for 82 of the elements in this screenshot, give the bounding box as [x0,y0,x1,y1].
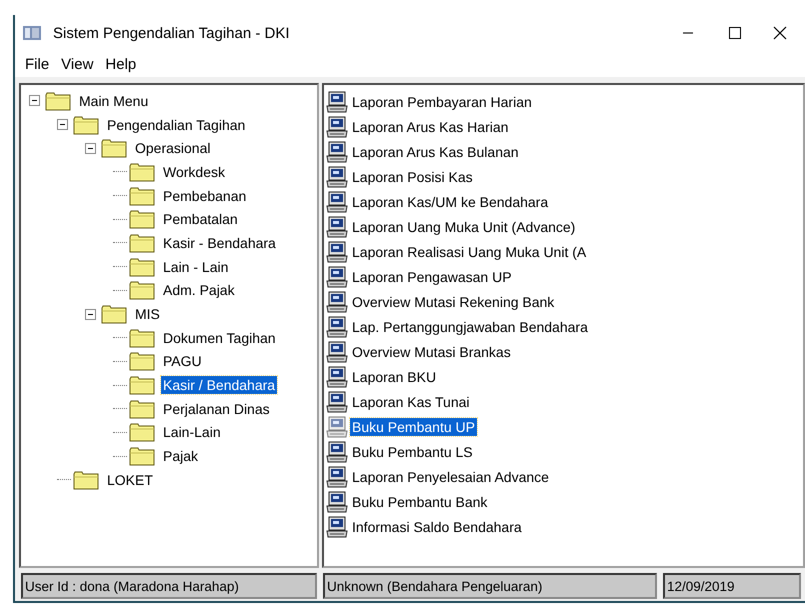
status-panel: User Id : dona (Maradona Harahap) [21,573,317,599]
computer-icon [326,190,348,212]
tree-item[interactable]: Workdesk [161,162,227,181]
menu-item[interactable]: File [19,54,56,74]
status-panel: 12/09/2019 [663,573,801,599]
report-item[interactable]: Informasi Saldo Bendahara [350,518,524,536]
folder-icon [101,304,127,324]
folder-icon [129,446,155,466]
computer-icon [326,116,348,138]
tree-item[interactable]: Kasir / Bendahara [161,376,278,394]
computer-icon [326,216,348,238]
report-item[interactable]: Laporan Uang Muka Unit (Advance) [350,218,578,236]
computer-icon [326,466,348,488]
computer-icon [326,240,348,262]
folder-icon [73,470,99,490]
folder-icon [129,256,155,277]
tree-item[interactable]: MIS [133,305,162,324]
report-item[interactable]: Laporan BKU [350,368,438,386]
computer-icon [326,290,348,312]
folder-icon [129,209,155,230]
tree-item[interactable]: Pengendalian Tagihan [105,116,248,134]
tree-item[interactable]: Pajak [161,447,200,466]
status-panel: Unknown (Bendahara Pengeluaran) [323,573,657,599]
tree-item[interactable]: Kasir - Bendahara [161,234,278,252]
computer-icon [326,366,348,388]
computer-icon [326,266,348,288]
folder-icon [129,398,155,419]
tree-item[interactable]: Perjalanan Dinas [161,400,272,418]
collapse-icon[interactable] [85,142,96,154]
tree-item[interactable]: Pembebanan [161,186,248,205]
report-item[interactable]: Buku Pembantu Bank [350,492,490,510]
report-item[interactable]: Buku Pembantu LS [350,442,475,460]
report-item[interactable]: Buku Pembantu UP [350,418,477,436]
collapse-icon[interactable] [57,119,68,130]
collapse-icon[interactable] [29,95,40,106]
folder-icon [45,90,71,111]
computer-icon [326,490,348,512]
tree-item[interactable]: Lain - Lain [161,258,230,276]
computer-icon [326,440,348,462]
tree-item[interactable]: Adm. Pajak [161,281,237,300]
folder-icon [73,114,99,135]
tree-item[interactable]: Lain-Lain [161,423,223,442]
folder-icon [129,328,155,348]
report-item[interactable]: Lap. Pertanggungjawaban Bendahara [350,318,590,336]
folder-icon [129,280,155,300]
report-item[interactable]: Laporan Pembayaran Harian [350,92,534,110]
tree-item[interactable]: Main Menu [77,92,150,110]
folder-icon [129,162,155,182]
computer-icon [326,390,348,412]
folder-icon [129,351,155,372]
report-item[interactable]: Laporan Pengawasan UP [350,268,514,286]
folder-icon [129,422,155,442]
app-icon [23,26,41,40]
menu-item[interactable]: View [55,54,100,74]
report-item[interactable]: Laporan Posisi Kas [350,168,475,186]
menu-item[interactable]: Help [99,54,142,74]
tree-item[interactable]: PAGU [161,352,204,370]
computer-icon [326,90,348,112]
report-item[interactable]: Laporan Arus Kas Harian [350,118,510,136]
folder-icon [129,232,155,253]
tree-item[interactable]: LOKET [105,470,155,489]
folder-icon [101,138,127,158]
report-item[interactable]: Laporan Realisasi Uang Muka Unit (A [350,242,588,260]
computer-icon [326,166,348,188]
folder-icon [129,375,155,396]
report-item[interactable]: Laporan Penyelesaian Advance [350,468,551,486]
report-item[interactable]: Overview Mutasi Brankas [350,342,513,360]
folder-icon [129,186,155,206]
computer-icon [326,516,348,538]
report-item[interactable]: Overview Mutasi Rekening Bank [350,292,556,310]
computer-icon [326,416,348,438]
report-item[interactable]: Laporan Kas Tunai [350,392,472,410]
computer-icon [326,316,348,338]
report-item[interactable]: Laporan Arus Kas Bulanan [350,142,521,160]
tree-item[interactable]: Operasional [133,139,212,158]
collapse-icon[interactable] [85,308,96,320]
report-item[interactable]: Laporan Kas/UM ke Bendahara [350,192,550,210]
tree-item[interactable]: Dokumen Tagihan [161,328,278,347]
computer-icon [326,340,348,362]
computer-icon [326,140,348,162]
window-title: Sistem Pengendalian Tagihan - DKI [53,24,290,42]
tree-item[interactable]: Pembatalan [161,210,240,228]
